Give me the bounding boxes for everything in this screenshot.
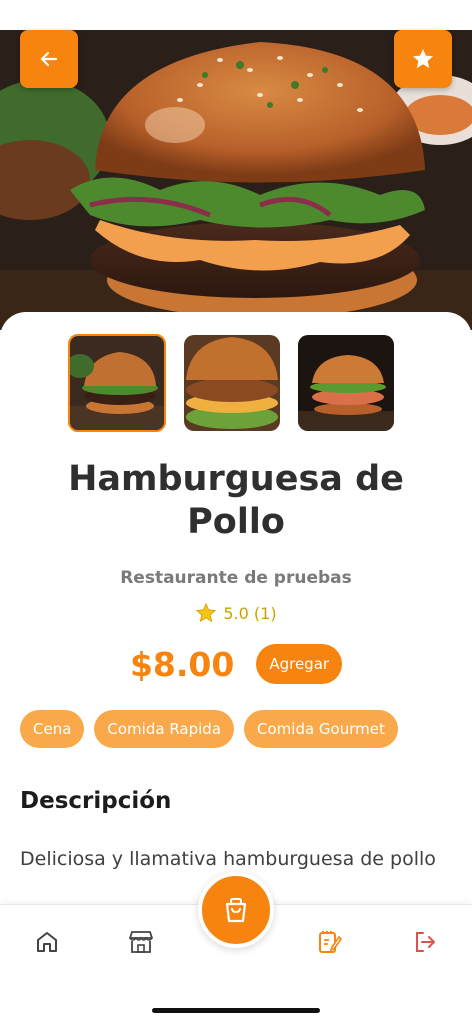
favorite-button[interactable] (394, 30, 452, 88)
star-icon (196, 602, 217, 623)
rating: 5.0 (1) (0, 602, 472, 624)
logout-icon (416, 932, 435, 952)
tag-comida-gourmet[interactable]: Comida Gourmet (244, 710, 398, 748)
image-gallery (68, 334, 394, 432)
home-indicator[interactable] (152, 1008, 320, 1013)
description-heading: Descripción (20, 788, 172, 814)
rating-value: 5.0 (1) (223, 603, 277, 623)
gallery-thumbnail-1[interactable] (68, 334, 166, 432)
price-row: $8.00 Agregar (0, 644, 472, 684)
category-tags: Cena Comida Rapida Comida Gourmet (20, 710, 398, 748)
tag-comida-rapida[interactable]: Comida Rapida (94, 710, 235, 748)
cart-button[interactable] (198, 872, 274, 948)
store-icon (129, 931, 153, 953)
gallery-thumbnail-2[interactable] (184, 335, 280, 431)
arrow-left-icon (40, 51, 58, 67)
cart-icon (225, 898, 247, 923)
nav-logout[interactable] (410, 927, 440, 957)
back-button[interactable] (20, 30, 78, 88)
orders-icon (319, 931, 342, 953)
product-title: Hamburguesa de Pollo (68, 459, 404, 542)
add-to-cart-button[interactable]: Agregar (256, 644, 343, 684)
home-icon (37, 932, 57, 952)
star-icon (413, 49, 433, 68)
nav-store[interactable] (126, 927, 156, 957)
gallery-thumbnail-3[interactable] (298, 335, 394, 431)
restaurant-name[interactable]: Restaurante de pruebas (0, 568, 472, 588)
tag-cena[interactable]: Cena (20, 710, 85, 748)
nav-orders[interactable] (314, 927, 344, 957)
product-price: $8.00 (129, 644, 235, 684)
nav-home[interactable] (32, 927, 62, 957)
description-text: Deliciosa y llamativa hamburguesa de pol… (20, 848, 436, 870)
